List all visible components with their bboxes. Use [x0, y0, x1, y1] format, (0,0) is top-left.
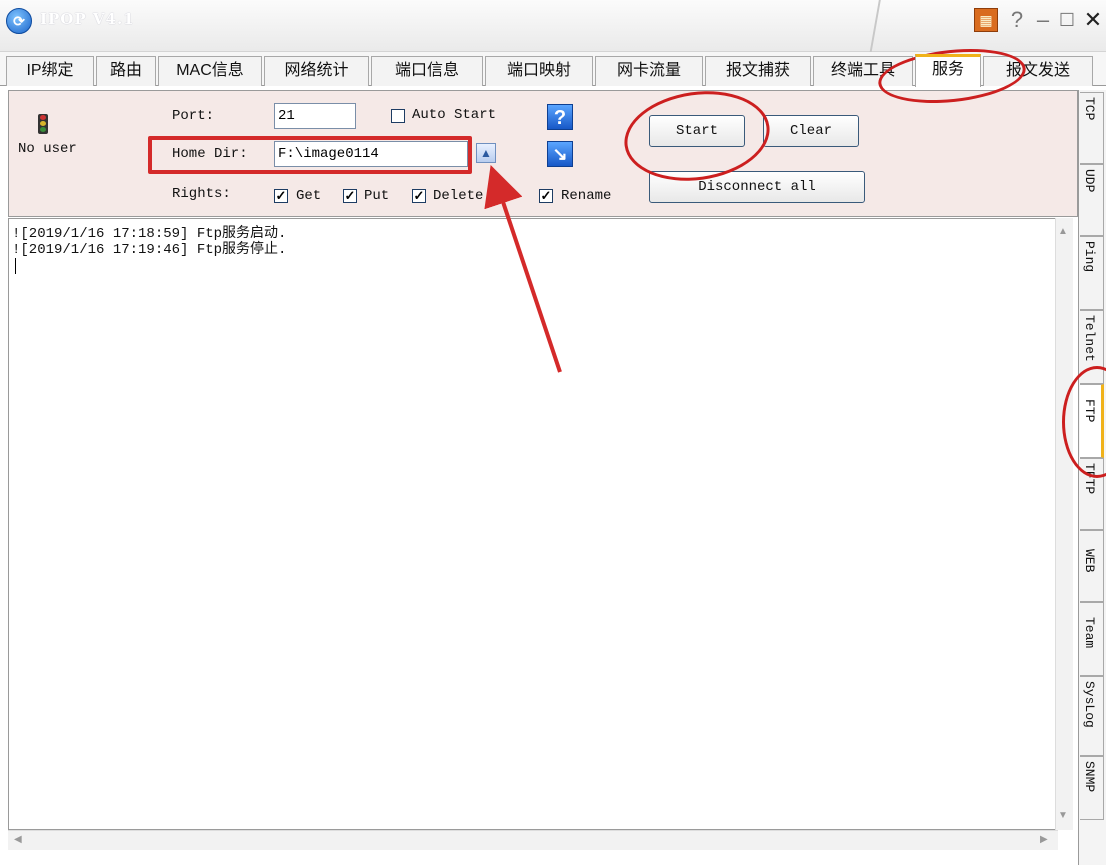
annotation-arrow — [484, 165, 562, 373]
tab-services[interactable]: 服务 — [915, 54, 981, 87]
